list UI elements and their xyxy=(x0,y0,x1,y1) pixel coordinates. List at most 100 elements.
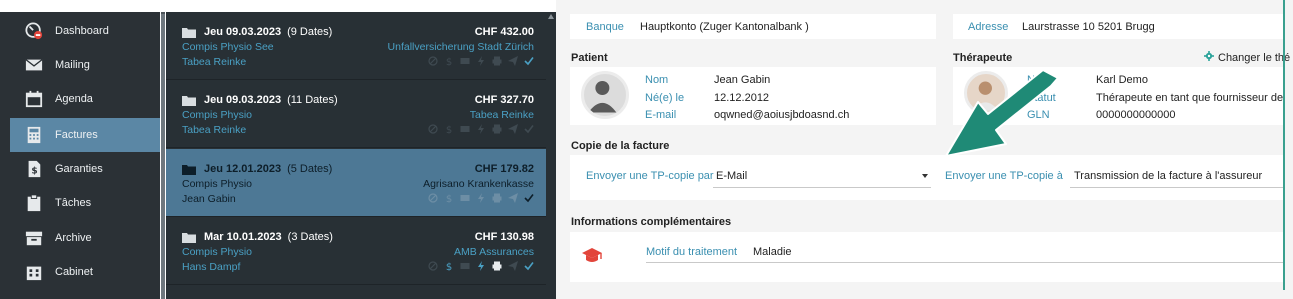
printer-icon xyxy=(492,124,502,134)
invoice-practice: Compis Physio xyxy=(182,109,253,121)
patient-dob-label: Né(e) le xyxy=(645,92,685,104)
invoice-insurer: AMB Assurances xyxy=(454,246,534,258)
invoice-date: Jeu 12.01.2023 xyxy=(204,163,282,175)
check-icon xyxy=(524,56,534,66)
dollar-icon: $ xyxy=(444,56,454,66)
extra-info-title: Informations complémentaires xyxy=(571,216,732,228)
sidebar-scrollbar[interactable] xyxy=(161,12,165,299)
bank-card: Banque Hauptkonto (Zuger Kantonalbank ) xyxy=(570,14,936,39)
sidebar-item-label: Cabinet xyxy=(55,266,93,278)
invoice-copy-card: Envoyer une TP-copie par E-Mail Envoyer … xyxy=(570,155,1283,200)
invoice-insurer: Unfallversicherung Stadt Zürich xyxy=(387,41,534,53)
check-icon xyxy=(524,193,534,203)
invoice-status-icons: $ xyxy=(428,261,534,271)
invoice-date-count: (5 Dates) xyxy=(287,163,333,175)
invoice-status-icons: $ xyxy=(428,124,534,134)
gear-icon xyxy=(1204,51,1214,64)
sidebar-item-label: Archive xyxy=(55,232,92,244)
invoice-row-selected[interactable]: Jeu 12.01.2023 (5 Dates) CHF 179.82 Comp… xyxy=(166,149,546,217)
invoice-insurer: Tabea Reinke xyxy=(469,109,534,121)
printer-icon xyxy=(492,193,502,203)
graduation-cap-icon xyxy=(581,246,603,269)
chevron-down-icon xyxy=(922,174,928,178)
therapist-gln: 0000000000000 xyxy=(1096,109,1176,121)
invoice-therapist: Jean Gabin xyxy=(182,193,236,205)
sidebar-item-label: Tâches xyxy=(55,197,92,209)
send-copy-to-label: Envoyer une TP-copie à xyxy=(945,170,1063,182)
invoice-row[interactable]: Jeu 09.03.2023 (11 Dates) CHF 327.70 Com… xyxy=(166,80,546,148)
lightning-icon xyxy=(476,193,486,203)
cancel-icon xyxy=(428,56,438,66)
bank-label: Banque xyxy=(586,21,624,33)
envelope-icon xyxy=(460,56,470,66)
sidebar-item-mailing[interactable]: Mailing xyxy=(10,48,160,82)
sidebar-item-garanties[interactable]: $ Garanties xyxy=(10,152,160,186)
invoice-date-count: (9 Dates) xyxy=(287,26,333,38)
cancel-icon xyxy=(428,261,438,271)
invoice-date: Jeu 09.03.2023 xyxy=(204,94,282,106)
therapist-title: Thérapeute xyxy=(953,52,1013,64)
send-copy-by-label: Envoyer une TP-copie par xyxy=(586,170,714,182)
send-icon xyxy=(508,193,518,203)
invoice-row[interactable]: Jeu 09.03.2023 (9 Dates) CHF 432.00 Comp… xyxy=(166,12,546,80)
patient-name: Jean Gabin xyxy=(714,74,771,86)
svg-text:$: $ xyxy=(446,194,452,203)
sidebar-item-label: Agenda xyxy=(55,93,93,105)
field-underline xyxy=(646,262,1283,263)
sidebar-item-label: Dashboard xyxy=(55,25,109,37)
therapist-name: Karl Demo xyxy=(1096,74,1148,86)
sidebar-item-dashboard[interactable]: Dashboard xyxy=(10,14,160,48)
bank-value: Hauptkonto (Zuger Kantonalbank ) xyxy=(640,21,809,33)
invoice-status-icons: $ xyxy=(428,56,534,66)
send-icon xyxy=(508,124,518,134)
send-icon xyxy=(508,56,518,66)
check-icon xyxy=(524,124,534,134)
invoice-row[interactable]: Mar 10.01.2023 (3 Dates) CHF 130.98 Comp… xyxy=(166,217,546,285)
folder-icon xyxy=(182,164,196,175)
sidebar-item-label: Mailing xyxy=(55,59,90,71)
building-icon xyxy=(24,262,44,282)
sidebar: Dashboard Mailing Agenda Factures $ Gara… xyxy=(0,12,160,299)
address-value: Laurstrasse 10 5201 Brugg xyxy=(1022,21,1155,33)
archive-box-icon xyxy=(24,228,44,248)
invoice-status-icons: $ xyxy=(428,193,534,203)
invoice-practice: Compis Physio xyxy=(182,246,253,258)
therapist-status: Thérapeute en tant que fournisseur de p xyxy=(1096,92,1283,104)
invoice-practice: Compis Physio See xyxy=(182,41,274,53)
sidebar-item-taches[interactable]: Tâches xyxy=(10,186,160,220)
invoice-amount: CHF 327.70 xyxy=(474,94,534,106)
pane-right-border xyxy=(1283,0,1285,290)
sidebar-item-label: Factures xyxy=(55,129,98,141)
printer-icon xyxy=(492,56,502,66)
invoice-detail-pane: Banque Hauptkonto (Zuger Kantonalbank ) … xyxy=(556,0,1293,299)
sidebar-item-factures[interactable]: Factures xyxy=(10,118,160,152)
send-copy-to-select[interactable]: Transmission de la facture à l'assureur xyxy=(1070,164,1283,188)
sidebar-scrollbar-thumb[interactable] xyxy=(161,14,165,299)
patient-email: oqwned@aoiusjbdoasnd.ch xyxy=(714,109,850,121)
patient-title: Patient xyxy=(571,52,608,64)
scroll-up-arrow-icon[interactable] xyxy=(548,14,554,19)
invoice-date-count: (11 Dates) xyxy=(287,94,338,106)
invoice-therapist: Tabea Reinke xyxy=(182,124,247,136)
patient-avatar xyxy=(581,71,629,119)
calendar-icon xyxy=(24,89,44,109)
change-therapist-link[interactable]: Changer le thé xyxy=(1204,51,1290,64)
sidebar-item-label: Garanties xyxy=(55,163,103,175)
treatment-reason-label: Motif du traitement xyxy=(646,246,738,258)
invoice-insurer: Agrisano Krankenkasse xyxy=(423,178,534,190)
sidebar-item-agenda[interactable]: Agenda xyxy=(10,82,160,116)
annotation-arrow-icon xyxy=(945,70,1059,157)
sidebar-item-cabinet[interactable]: Cabinet xyxy=(10,255,160,289)
calculator-icon xyxy=(24,125,44,145)
patient-email-label: E-mail xyxy=(645,109,677,121)
envelope-icon xyxy=(460,124,470,134)
invoice-list: Jeu 09.03.2023 (9 Dates) CHF 432.00 Comp… xyxy=(166,12,546,299)
invoice-list-scrollbar[interactable] xyxy=(546,12,556,299)
check-icon xyxy=(524,261,534,271)
invoice-amount: CHF 432.00 xyxy=(474,26,534,38)
sidebar-item-archive[interactable]: Archive xyxy=(10,221,160,255)
envelope-icon xyxy=(460,193,470,203)
dashboard-icon xyxy=(24,21,44,41)
send-copy-by-select[interactable]: E-Mail xyxy=(713,164,931,188)
extra-info-card: Motif du traitement Maladie xyxy=(570,232,1283,282)
